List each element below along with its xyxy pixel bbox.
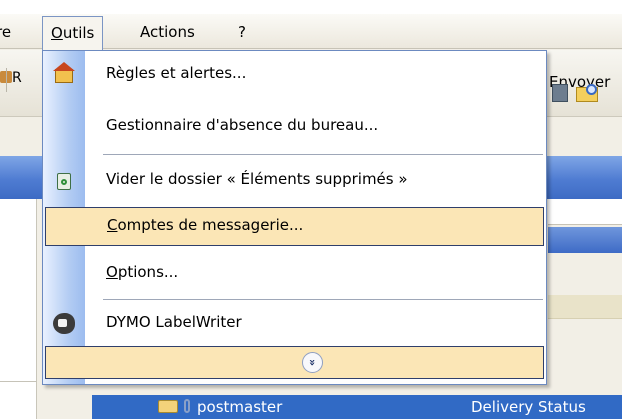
menu-item-label: Gestionnaire d'absence du bureau... xyxy=(106,116,379,134)
menu-expand-row[interactable]: » xyxy=(45,346,544,379)
rules-roof-shape xyxy=(53,62,75,71)
menu-outils[interactable]: Outils xyxy=(42,16,104,50)
message-subject: Delivery Status xyxy=(471,398,586,416)
navigation-pane xyxy=(0,199,37,419)
nav-divider xyxy=(0,381,37,382)
attachment-icon xyxy=(184,399,190,413)
menu-separator xyxy=(103,299,543,300)
reply-button[interactable]: R xyxy=(0,70,22,86)
rules-house-shape xyxy=(55,69,73,83)
menu-item-regles-alertes[interactable]: Règles et alertes... xyxy=(45,55,544,94)
address-book-icon[interactable] xyxy=(552,84,568,102)
menu-bar: re Outils Actions ? xyxy=(0,14,622,50)
opened-mail-icon xyxy=(158,400,178,413)
menu-separator xyxy=(103,154,543,155)
menu-item-label: Règles et alertes... xyxy=(106,64,247,82)
window-top-edge xyxy=(0,0,622,14)
dymo-slot-shape xyxy=(58,319,67,327)
recycle-symbol xyxy=(61,179,67,185)
menu-item-label: DYMO LabelWriter xyxy=(106,313,242,331)
menu-item-comptes-messagerie[interactable]: Comptes de messagerie... xyxy=(45,207,544,246)
folder-header xyxy=(548,227,622,253)
menu-item-label: Vider le dossier « Éléments supprimés » xyxy=(106,170,408,188)
menu-item-gestionnaire-absence[interactable]: Gestionnaire d'absence du bureau... xyxy=(45,107,544,146)
magnifier-shape xyxy=(586,84,597,95)
rules-icon xyxy=(53,62,75,86)
message-from: postmaster xyxy=(197,398,283,416)
menu-item-label: Options... xyxy=(106,263,179,281)
reply-label: R xyxy=(12,70,22,86)
menu-item-vider-dossier[interactable]: Vider le dossier « Éléments supprimés » xyxy=(45,161,544,200)
menu-actions[interactable]: Actions xyxy=(140,23,195,41)
message-row-selected[interactable]: postmaster Delivery Status xyxy=(92,395,622,419)
menu-item-dymo-labelwriter[interactable]: DYMO LabelWriter xyxy=(45,304,544,343)
column-header xyxy=(548,295,622,319)
recycle-bin-icon xyxy=(53,170,75,192)
outils-dropdown-menu: Règles et alertes... Gestionnaire d'abse… xyxy=(42,50,547,385)
menu-item-label: Comptes de messagerie... xyxy=(107,216,304,234)
toolbar-separator xyxy=(6,68,7,92)
dymo-icon xyxy=(53,313,75,335)
find-mail-icon[interactable] xyxy=(576,84,602,104)
menu-item-options[interactable]: Options... xyxy=(45,254,544,293)
chevron-double-down-icon[interactable]: » xyxy=(302,352,323,373)
menu-help[interactable]: ? xyxy=(238,23,246,41)
menu-fichier[interactable]: re xyxy=(0,23,11,41)
search-strip xyxy=(548,199,622,225)
pane-background xyxy=(548,253,622,295)
